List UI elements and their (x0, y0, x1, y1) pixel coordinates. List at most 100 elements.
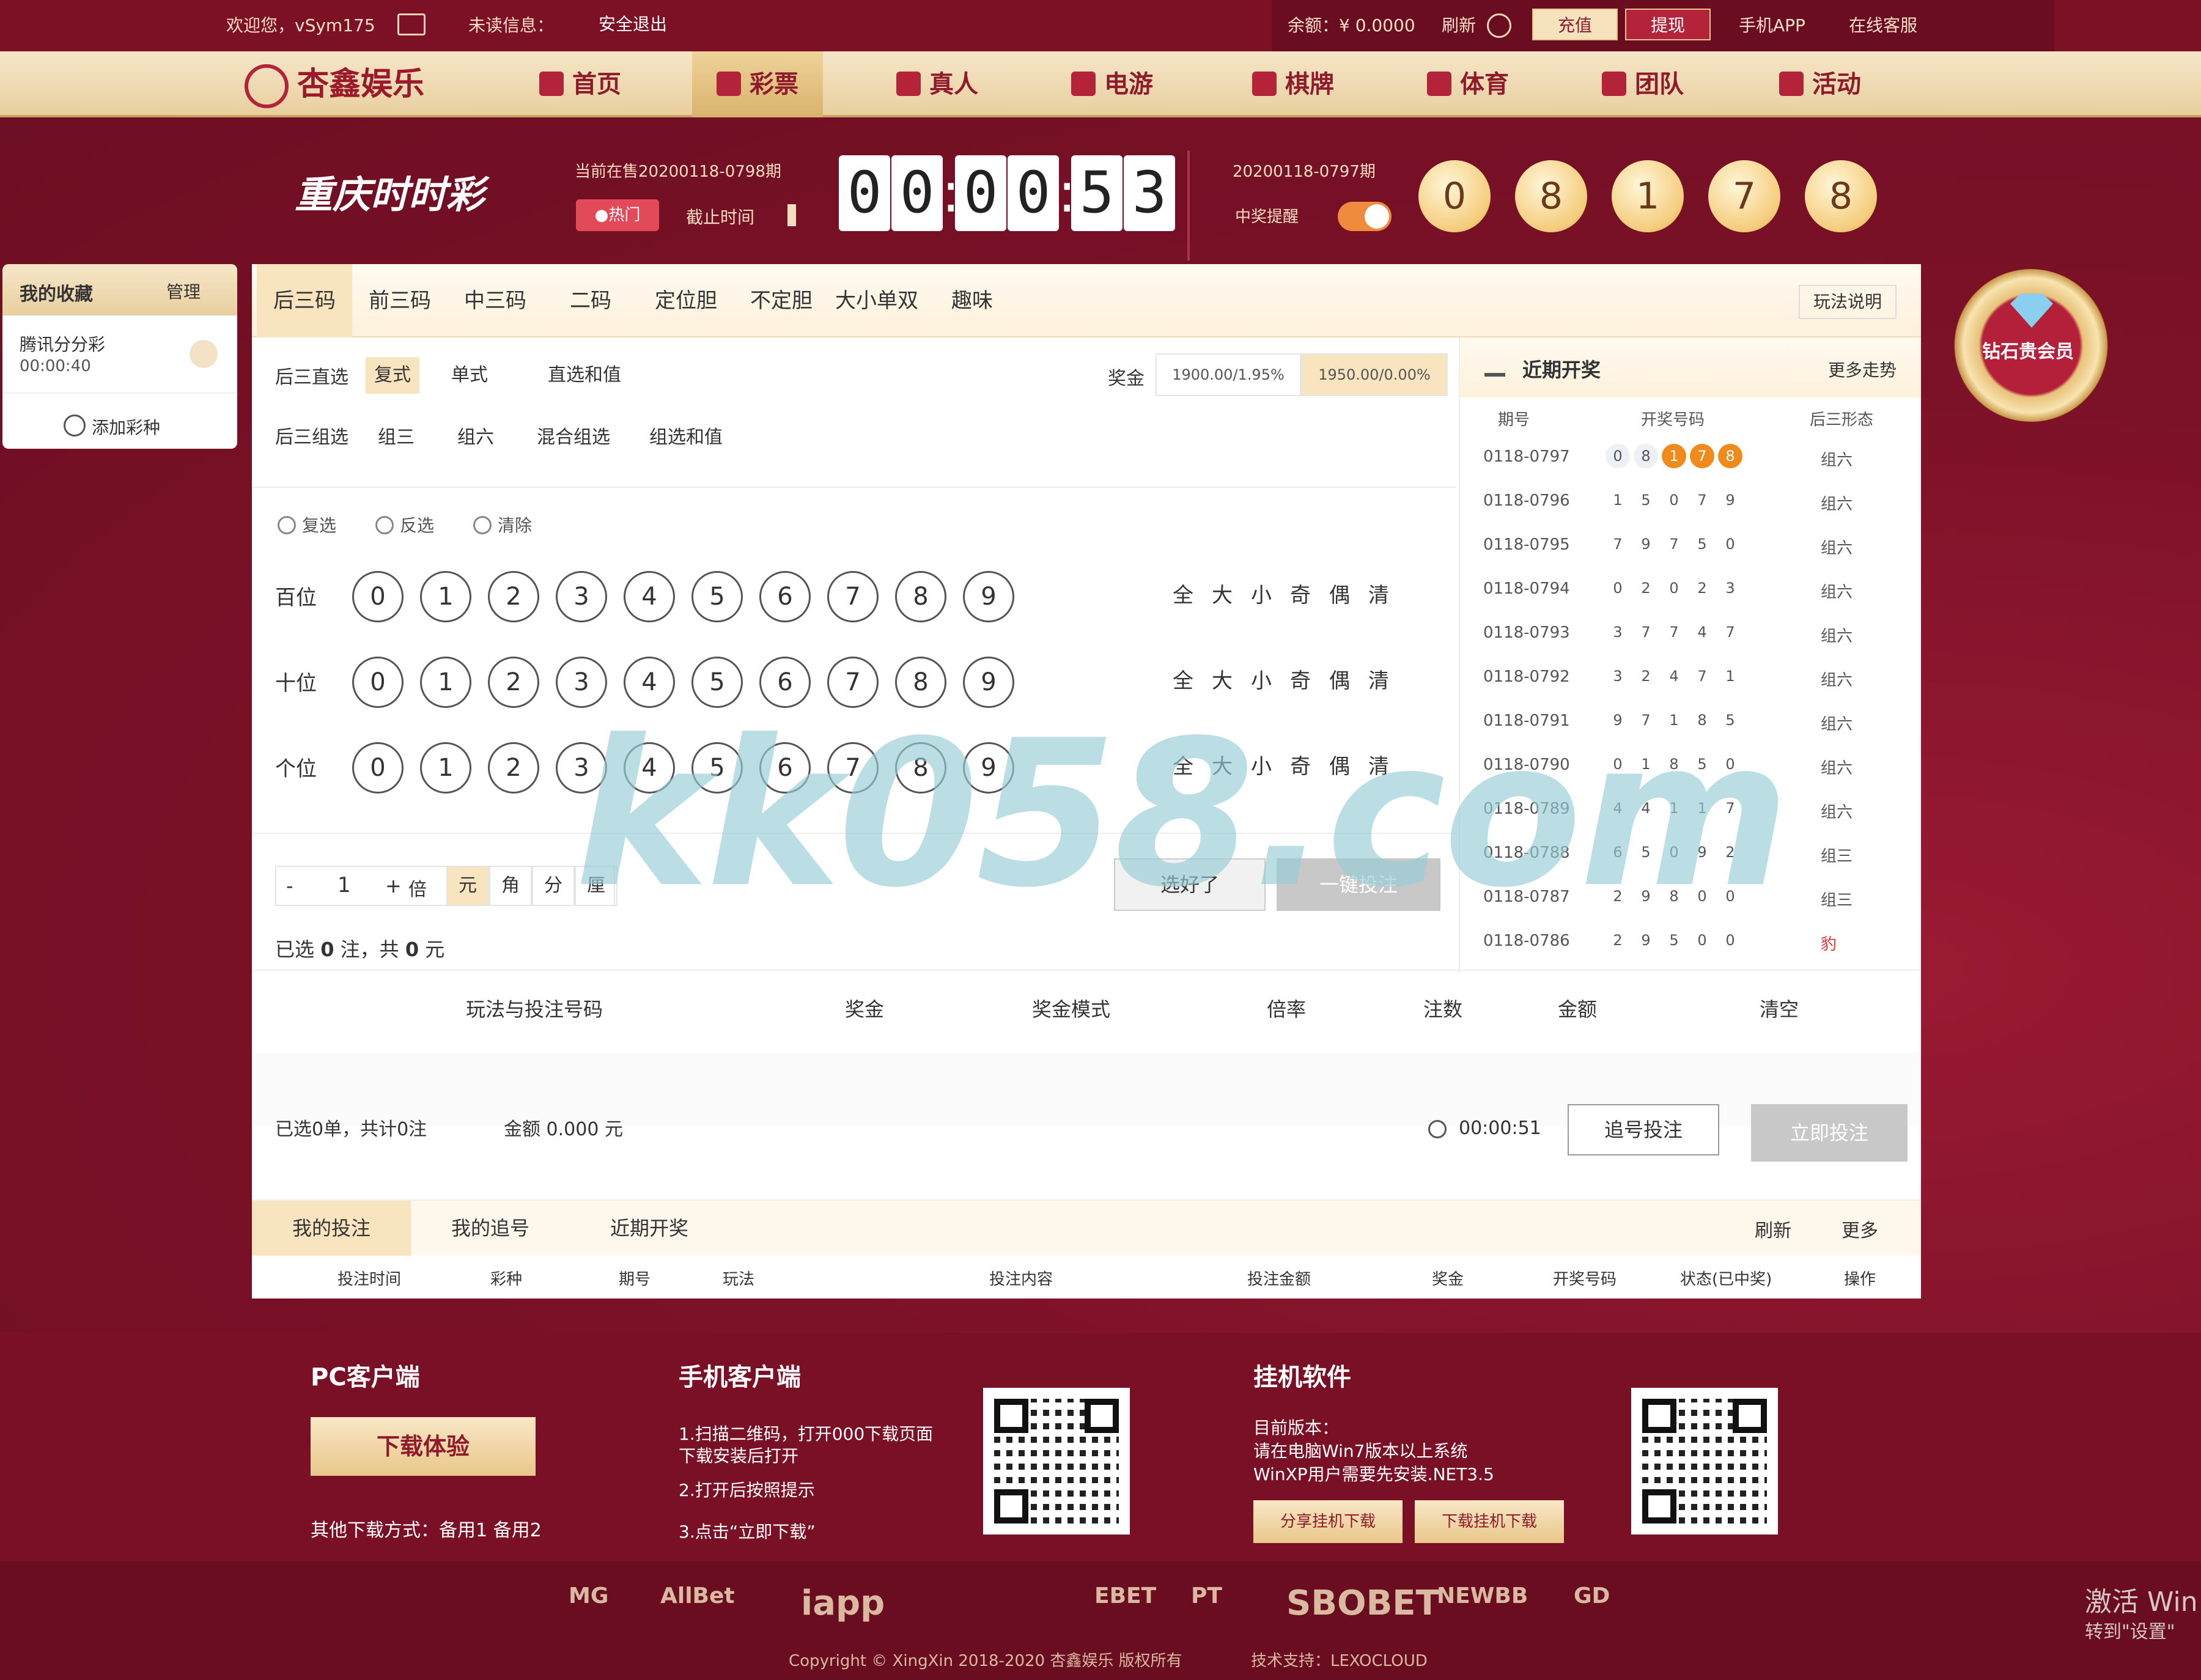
quick-select[interactable]: 清 (1368, 664, 1389, 694)
number-ball[interactable]: 0 (352, 571, 404, 622)
eye-icon[interactable] (1487, 13, 1511, 38)
nav-item-0[interactable]: 首页 (515, 51, 646, 117)
radio-icon[interactable] (278, 516, 296, 534)
mode-label[interactable]: 清除 (498, 512, 532, 537)
number-ball[interactable]: 6 (759, 571, 811, 622)
radio-icon[interactable] (473, 516, 492, 534)
sound-icon[interactable] (787, 204, 814, 226)
records-tab-0[interactable]: 我的投注 (252, 1201, 411, 1256)
number-ball[interactable]: 3 (556, 571, 607, 622)
app-link[interactable]: 手机APP (1739, 11, 1805, 40)
tab-7[interactable]: 趣味 (924, 264, 1020, 337)
tab-6[interactable]: 大小单双 (829, 264, 924, 337)
mode-label[interactable]: 复选 (302, 512, 336, 537)
group2-option[interactable]: 组六 (457, 422, 494, 449)
logout-link[interactable]: 安全退出 (587, 9, 679, 40)
tab-4[interactable]: 定位胆 (638, 264, 734, 337)
number-ball[interactable]: 1 (420, 571, 471, 622)
unit-option[interactable]: 分 (532, 866, 575, 906)
radio-icon[interactable] (375, 516, 394, 534)
minus-button[interactable]: - (286, 874, 293, 897)
last-issue: 20200118-0797期 (1233, 163, 1376, 181)
number-ball[interactable]: 2 (488, 657, 539, 708)
quick-select[interactable]: 偶 (1329, 664, 1350, 694)
rules-button[interactable]: 玩法说明 (1799, 285, 1897, 319)
mode-label[interactable]: 反选 (400, 512, 434, 537)
number-ball[interactable]: 2 (488, 571, 539, 622)
withdraw-button[interactable]: 提现 (1625, 9, 1711, 40)
tab-5[interactable]: 不定胆 (734, 264, 829, 337)
add-favorite-link[interactable]: 添加彩种 (92, 414, 160, 439)
hang-download-2[interactable]: 下载挂机下载 (1415, 1500, 1564, 1543)
tab-0[interactable]: 后三码 (257, 264, 352, 337)
download-button[interactable]: 下载体验 (311, 1417, 536, 1476)
tab-3[interactable]: 二码 (543, 264, 638, 337)
vip-badge[interactable]: 钻石贵会员 (1954, 269, 2108, 422)
deposit-button[interactable]: 充值 (1532, 9, 1618, 40)
prize-option-2[interactable]: 1950.00/0.00% (1301, 353, 1448, 396)
number-ball[interactable]: 8 (895, 571, 946, 622)
records-tab-1[interactable]: 我的追号 (411, 1201, 570, 1256)
nav-item-6[interactable]: 团队 (1577, 51, 1708, 117)
quick-select[interactable]: 小 (1251, 578, 1272, 608)
group1-option[interactable]: 复式 (366, 357, 419, 394)
multiple-input[interactable]: 1 (337, 873, 351, 897)
number-ball[interactable]: 0 (352, 657, 404, 708)
hang-download-1[interactable]: 分享挂机下载 (1253, 1500, 1403, 1543)
nav-item-7[interactable]: 活动 (1755, 51, 1886, 117)
mail-icon[interactable] (397, 13, 426, 35)
records-tab-2[interactable]: 近期开奖 (570, 1201, 729, 1256)
nav-item-2[interactable]: 真人 (872, 51, 1003, 117)
tab-1[interactable]: 前三码 (352, 264, 448, 337)
group1-option[interactable]: 单式 (443, 357, 496, 394)
quick-select[interactable]: 大 (1212, 578, 1233, 608)
number-ball[interactable]: 2 (488, 742, 539, 794)
submit-button[interactable]: 立即投注 (1751, 1104, 1908, 1162)
quick-select[interactable]: 小 (1251, 664, 1272, 694)
history-ball: 7 (1641, 624, 1651, 641)
nav-item-3[interactable]: 电游 (1047, 51, 1178, 117)
partner-bar: MG AllBet iapp EBET PT SBOBET NEWBB GD Copyrigh… (0, 1561, 2201, 1680)
nav-item-5[interactable]: 体育 (1403, 51, 1533, 117)
quick-select[interactable]: 奇 (1290, 578, 1311, 608)
number-ball[interactable]: 7 (827, 571, 879, 622)
unit-option[interactable]: 元 (446, 866, 489, 906)
favorite-item-name[interactable]: 腾讯分分彩 (20, 331, 105, 356)
quick-select[interactable]: 偶 (1329, 578, 1350, 608)
cart-col-6[interactable]: 清空 (1760, 994, 1799, 1022)
group2-option[interactable]: 混合组选 (537, 422, 610, 449)
number-ball[interactable]: 5 (691, 571, 743, 622)
number-ball[interactable]: 0 (352, 742, 404, 794)
nav-item-label: 彩票 (750, 70, 798, 98)
cart-total: 金额 0.000 元 (504, 1119, 623, 1140)
number-ball[interactable]: 9 (963, 571, 1014, 622)
records-refresh[interactable]: 刷新 (1755, 1215, 1791, 1242)
add-icon (64, 414, 86, 437)
unit-option[interactable]: 角 (489, 866, 532, 906)
group2-option[interactable]: 组三 (378, 422, 415, 449)
nav-item-4[interactable]: 棋牌 (1228, 51, 1359, 117)
history-more[interactable]: 更多走势 (1828, 357, 1897, 381)
prize-alert-toggle[interactable] (1338, 202, 1392, 231)
number-ball[interactable]: 4 (624, 571, 675, 622)
number-ball[interactable]: 1 (420, 742, 471, 794)
trace-button[interactable]: 追号投注 (1568, 1104, 1719, 1155)
group2-option[interactable]: 组选和值 (649, 422, 723, 449)
quick-select[interactable]: 奇 (1290, 664, 1311, 694)
site-logo[interactable]: 杏鑫娱乐 (245, 59, 424, 110)
plus-button[interactable]: + (385, 874, 402, 897)
quick-select[interactable]: 清 (1368, 578, 1389, 608)
refresh-link[interactable]: 刷新 (1442, 11, 1476, 40)
quick-select[interactable]: 大 (1212, 664, 1233, 694)
records-more[interactable]: 更多 (1842, 1215, 1878, 1242)
tab-2[interactable]: 中三码 (448, 264, 543, 337)
nav-item-1[interactable]: 彩票 (692, 51, 823, 117)
service-link[interactable]: 在线客服 (1849, 11, 1917, 40)
quick-select[interactable]: 全 (1173, 578, 1193, 608)
favorites-manage[interactable]: 管理 (166, 279, 201, 303)
number-ball[interactable]: 1 (420, 657, 471, 708)
quick-select[interactable]: 全 (1173, 664, 1193, 694)
history-ball: 7 (1697, 668, 1707, 685)
group1-option[interactable]: 直选和值 (539, 357, 630, 394)
prize-option-1[interactable]: 1900.00/1.95% (1156, 353, 1301, 396)
